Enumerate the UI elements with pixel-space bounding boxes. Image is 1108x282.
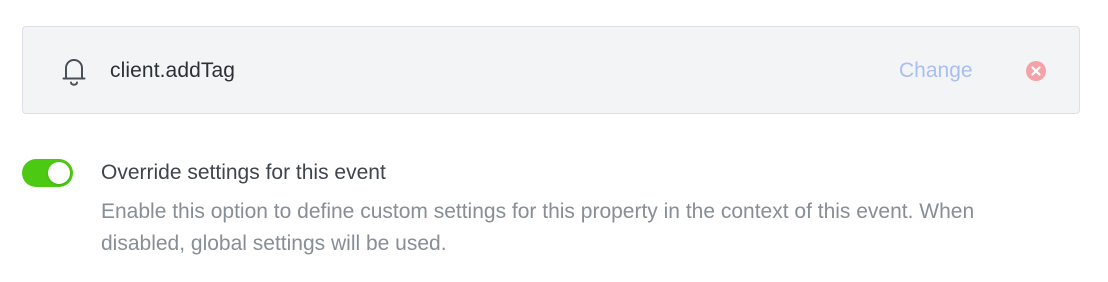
event-name: client.addTag xyxy=(110,59,236,82)
change-button[interactable]: Change xyxy=(899,57,973,85)
bell-icon xyxy=(61,56,87,86)
toggle-knob xyxy=(48,162,70,184)
event-card: client.addTag Change xyxy=(22,26,1080,114)
override-title: Override settings for this event xyxy=(101,161,386,184)
override-description: Enable this option to define custom sett… xyxy=(101,200,975,255)
close-circle-icon[interactable] xyxy=(1025,60,1047,82)
override-toggle[interactable] xyxy=(22,159,73,187)
